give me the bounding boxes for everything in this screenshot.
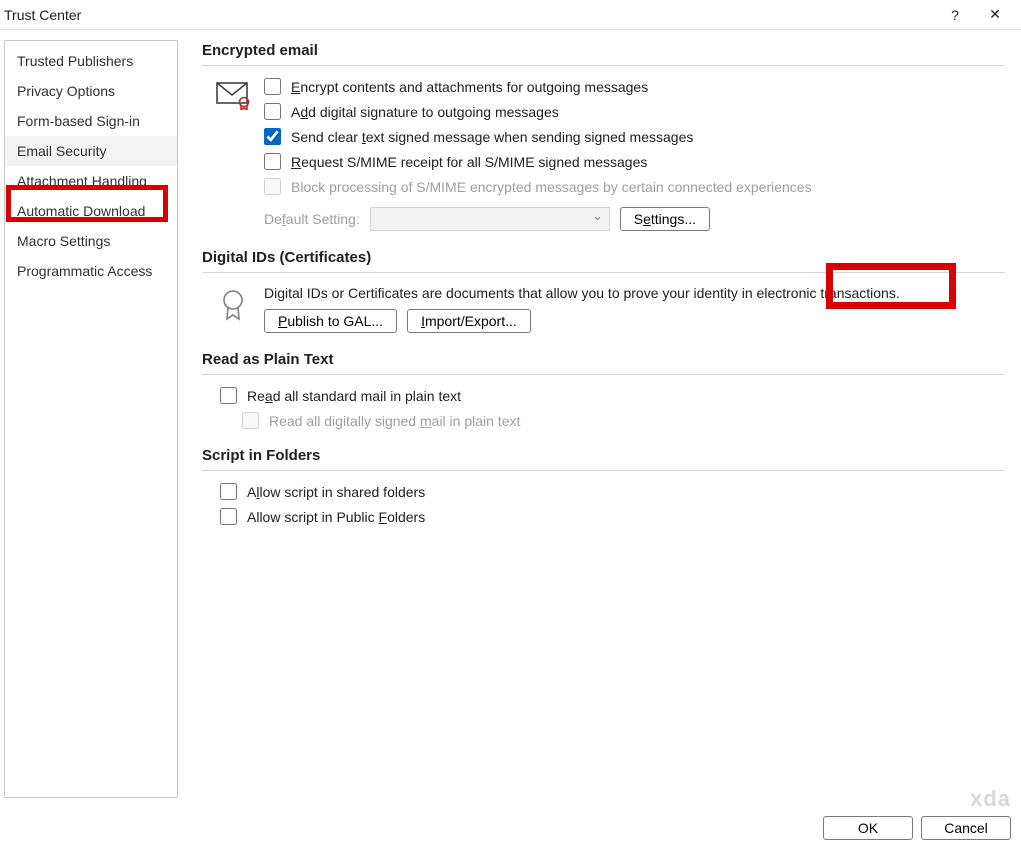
section-heading-read-plain-text: Read as Plain Text	[202, 351, 1005, 375]
checkbox-send-clear-text[interactable]: Send clear text signed message when send…	[264, 128, 1005, 145]
sidebar-item-macro-settings[interactable]: Macro Settings	[5, 226, 177, 256]
encrypted-options: Encrypt contents and attachments for out…	[264, 78, 1005, 231]
checkbox-script-public-folders[interactable]: Allow script in Public Folders	[220, 508, 1005, 525]
default-setting-combo[interactable]	[370, 207, 610, 231]
checkbox-read-all-plain[interactable]: Read all standard mail in plain text	[220, 387, 1005, 404]
sidebar: Trusted Publishers Privacy Options Form-…	[4, 40, 178, 798]
checkbox-encrypt-contents[interactable]: Encrypt contents and attachments for out…	[264, 78, 1005, 95]
encrypted-email-icon-col	[202, 78, 264, 231]
checkbox-script-public-folders-input[interactable]	[220, 508, 237, 525]
import-export-button[interactable]: Import/Export...	[407, 309, 531, 333]
section-heading-script-in-folders: Script in Folders	[202, 447, 1005, 471]
sidebar-item-privacy-options[interactable]: Privacy Options	[5, 76, 177, 106]
default-setting-label: Default Setting:	[264, 211, 360, 227]
sidebar-item-attachment-handling[interactable]: Attachment Handling	[5, 166, 177, 196]
section-encrypted-email: Encrypt contents and attachments for out…	[202, 78, 1005, 231]
section-heading-digital-ids: Digital IDs (Certificates)	[202, 249, 1005, 273]
sidebar-item-automatic-download[interactable]: Automatic Download	[5, 196, 177, 226]
ok-button[interactable]: OK	[823, 816, 913, 840]
window-title: Trust Center	[4, 7, 935, 23]
section-heading-encrypted-email: Encrypted email	[202, 42, 1005, 66]
checkbox-request-smime-receipt-input[interactable]	[264, 153, 281, 170]
sidebar-item-trusted-publishers[interactable]: Trusted Publishers	[5, 46, 177, 76]
content-pane: Encrypted email Encrypt contents and att…	[178, 30, 1021, 798]
checkbox-add-digital-signature-input[interactable]	[264, 103, 281, 120]
main-area: Trusted Publishers Privacy Options Form-…	[0, 30, 1021, 798]
title-bar: Trust Center ? ✕	[0, 0, 1021, 30]
checkbox-request-smime-receipt[interactable]: Request S/MIME receipt for all S/MIME si…	[264, 153, 1005, 170]
checkbox-add-digital-signature[interactable]: Add digital signature to outgoing messag…	[264, 103, 1005, 120]
sidebar-item-email-security[interactable]: Email Security	[5, 136, 177, 166]
checkbox-script-shared-folders-input[interactable]	[220, 483, 237, 500]
certificate-ribbon-icon	[220, 289, 246, 323]
cancel-button[interactable]: Cancel	[921, 816, 1011, 840]
close-button[interactable]: ✕	[975, 6, 1015, 23]
checkbox-block-smime-processing-input	[264, 178, 281, 195]
default-setting-row: Default Setting: Settings...	[264, 207, 1005, 231]
sidebar-item-form-based-signin[interactable]: Form-based Sign-in	[5, 106, 177, 136]
section-digital-ids: Digital IDs or Certificates are document…	[202, 285, 1005, 333]
sidebar-item-programmatic-access[interactable]: Programmatic Access	[5, 256, 177, 286]
checkbox-read-signed-plain-input	[242, 412, 259, 429]
help-button[interactable]: ?	[935, 7, 975, 23]
settings-button[interactable]: Settings...	[620, 207, 710, 231]
section-read-plain-text: Read all standard mail in plain text Rea…	[202, 387, 1005, 429]
publish-to-gal-button[interactable]: Publish to GAL...	[264, 309, 397, 333]
dialog-footer: OK Cancel	[823, 816, 1011, 840]
checkbox-read-all-plain-input[interactable]	[220, 387, 237, 404]
checkbox-read-signed-plain: Read all digitally signed mail in plain …	[242, 412, 1005, 429]
digital-id-icon-col	[202, 285, 264, 333]
section-script-in-folders: Allow script in shared folders Allow scr…	[202, 483, 1005, 525]
digital-id-options: Digital IDs or Certificates are document…	[264, 285, 1005, 333]
envelope-cert-icon	[216, 82, 250, 110]
checkbox-script-shared-folders[interactable]: Allow script in shared folders	[220, 483, 1005, 500]
checkbox-encrypt-contents-input[interactable]	[264, 78, 281, 95]
digital-id-desc: Digital IDs or Certificates are document…	[264, 285, 1005, 301]
checkbox-block-smime-processing: Block processing of S/MIME encrypted mes…	[264, 178, 1005, 195]
checkbox-send-clear-text-input[interactable]	[264, 128, 281, 145]
